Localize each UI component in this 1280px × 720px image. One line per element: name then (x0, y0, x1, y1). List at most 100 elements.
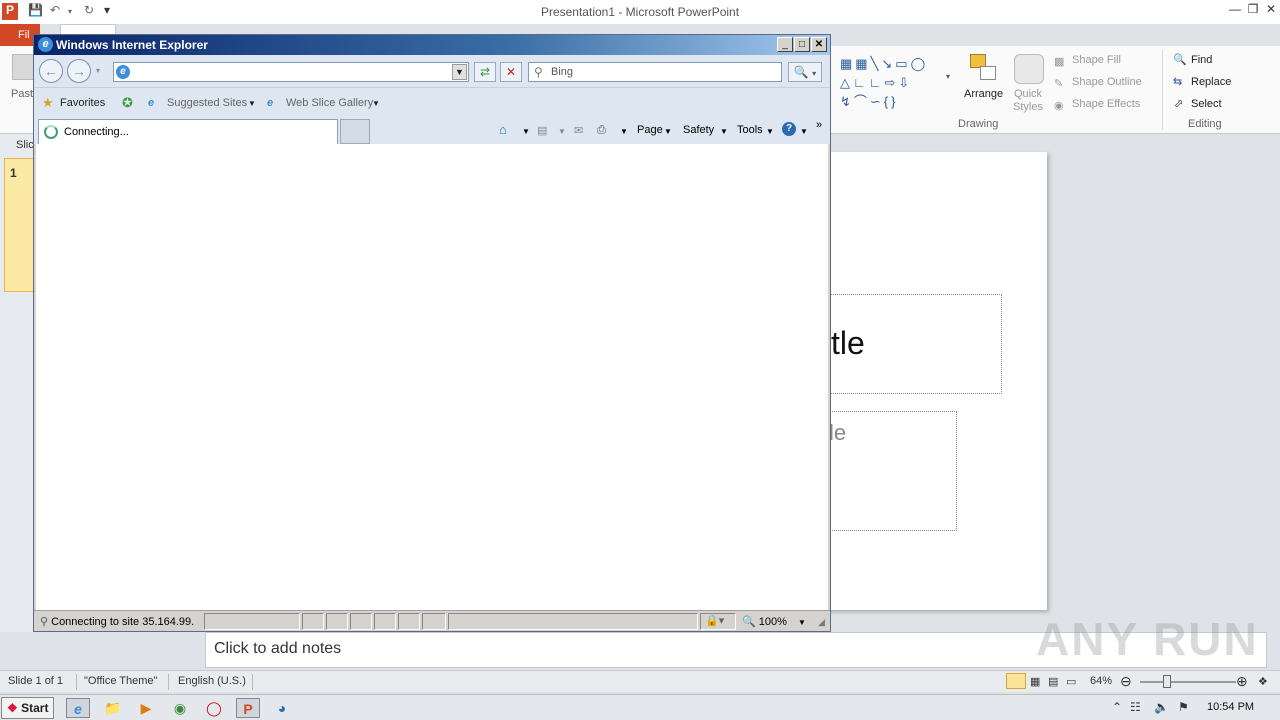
tools-menu[interactable]: Tools (737, 124, 763, 136)
home-icon[interactable]: ⌂ (499, 122, 507, 137)
print-dropdown-icon[interactable]: ▼ (620, 127, 628, 136)
help-icon[interactable]: ? (782, 122, 796, 136)
favorites-button[interactable]: Favorites (60, 97, 105, 109)
suggested-sites-dropdown-icon[interactable]: ▼ (248, 99, 256, 108)
print-icon[interactable]: ⎙ (597, 124, 606, 137)
start-button[interactable]: ❖ Start (1, 697, 54, 719)
replace-icon[interactable]: ⇆ (1173, 75, 1182, 88)
status-separator (168, 674, 169, 690)
resize-grip-icon[interactable]: ◢ (818, 617, 825, 628)
find-icon[interactable]: 🔍 (1173, 53, 1187, 66)
safety-menu[interactable]: Safety (683, 124, 714, 136)
shape-fill-button[interactable]: Shape Fill (1072, 54, 1121, 66)
select-button[interactable]: Select (1191, 98, 1222, 110)
slideshow-icon[interactable]: ▭ (1066, 675, 1076, 688)
ie-titlebar[interactable]: e Windows Internet Explorer _ □ ✕ (34, 35, 830, 55)
slide-sorter-icon[interactable]: ▦ (1030, 675, 1040, 688)
taskbar-powerpoint-icon[interactable]: P (236, 698, 260, 718)
slide-info: Slide 1 of 1 (8, 675, 64, 687)
select-icon[interactable]: ⬀ (1174, 97, 1183, 110)
language-indicator[interactable]: English (U.S.) (178, 675, 246, 687)
ie-page-content[interactable] (36, 144, 828, 610)
web-slice-dropdown-icon[interactable]: ▼ (372, 99, 380, 108)
zoom-slider-handle[interactable] (1163, 675, 1171, 688)
paste-icon[interactable] (12, 54, 34, 80)
new-tab-button[interactable] (340, 119, 370, 144)
minimize-icon[interactable]: — (1226, 2, 1244, 16)
tray-volume-icon[interactable]: 🔈 (1154, 700, 1169, 714)
read-mail-icon[interactable]: ✉ (574, 124, 583, 137)
find-button[interactable]: Find (1191, 54, 1212, 66)
quick-styles-icon[interactable] (1014, 54, 1044, 84)
back-button[interactable]: ← (39, 59, 63, 83)
protected-mode-pane[interactable]: 🔒▾ (700, 613, 736, 630)
replace-button[interactable]: Replace (1191, 76, 1231, 88)
forward-button[interactable]: → (67, 59, 91, 83)
reading-view-icon[interactable]: ▤ (1048, 675, 1058, 688)
home-dropdown-icon[interactable]: ▼ (522, 127, 530, 136)
zoom-slider[interactable] (1140, 681, 1236, 683)
tray-expand-icon[interactable]: ⌃ (1112, 700, 1122, 714)
stop-button[interactable]: ✕ (500, 62, 522, 82)
suggested-sites-link[interactable]: Suggested Sites (167, 97, 247, 109)
browser-tab[interactable]: Connecting... (38, 119, 338, 144)
shape-outline-icon[interactable]: ✎ (1054, 77, 1063, 90)
ie-zoom-icon: 🔍 (742, 616, 756, 628)
address-bar[interactable]: e (113, 62, 469, 82)
taskbar-opera-icon[interactable]: ◯ (202, 698, 226, 718)
shapes-gallery[interactable]: ▦▦╲↘▭◯ △∟∟⇨⇩ ↯⌒∽{} (840, 54, 958, 112)
ie-maximize-button[interactable]: □ (794, 37, 810, 52)
page-menu[interactable]: Page (637, 124, 663, 136)
taskbar-ie-icon[interactable]: e (66, 698, 90, 718)
quick-styles-button[interactable]: Quick Styles (1008, 88, 1048, 114)
feeds-icon[interactable]: ▤ (537, 124, 547, 137)
favorites-star-icon[interactable]: ★ (42, 95, 54, 111)
ie-status-bar: ⚲ Connecting to site 35.164.99. 🔒▾ 🔍 100… (34, 610, 830, 631)
status-pane (326, 613, 348, 630)
close-icon[interactable]: ✕ (1262, 2, 1280, 16)
shape-effects-button[interactable]: Shape Effects (1072, 98, 1140, 110)
status-search-icon: ⚲ (40, 616, 49, 628)
slide-thumbnail[interactable] (4, 158, 34, 292)
arrange-icon[interactable] (968, 52, 1000, 84)
web-slice-gallery-link[interactable]: Web Slice Gallery (286, 97, 373, 109)
arrange-button[interactable]: Arrange (964, 88, 1003, 100)
address-dropdown-icon[interactable]: ▼ (452, 64, 467, 80)
clock[interactable]: 10:54 PM (1207, 701, 1254, 713)
taskbar-media-player-icon[interactable]: ▶ (134, 698, 158, 718)
fit-to-window-icon[interactable]: ❖ (1258, 675, 1268, 688)
add-to-favorites-icon[interactable]: ✪ (122, 95, 133, 111)
taskbar-app-icon[interactable]: ◕ (270, 698, 294, 718)
zoom-in-icon[interactable]: ⊕ (1236, 673, 1248, 690)
search-input[interactable]: ⚲ Bing (528, 62, 782, 82)
ie-close-button[interactable]: ✕ (811, 37, 827, 52)
paste-label[interactable]: Past (11, 88, 33, 100)
window-title: Presentation1 - Microsoft PowerPoint (540, 5, 740, 19)
zoom-level[interactable]: 64% (1090, 675, 1112, 687)
shape-fill-icon[interactable]: ▩ (1054, 55, 1064, 68)
normal-view-icon[interactable] (1006, 673, 1026, 689)
taskbar-chrome-icon[interactable]: ◉ (168, 698, 192, 718)
tray-network-icon[interactable]: ☷ (1130, 700, 1141, 714)
slides-tab[interactable]: Slic (16, 139, 34, 151)
title-placeholder[interactable]: tle (820, 294, 1002, 394)
ie-minimize-button[interactable]: _ (777, 37, 793, 52)
shape-effects-icon[interactable]: ◉ (1054, 99, 1064, 112)
tray-flag-icon[interactable]: ⚑ (1178, 700, 1189, 714)
gallery-more-icon[interactable]: ▾ (946, 72, 950, 81)
suggested-sites-icon: e (148, 97, 155, 109)
subtitle-placeholder[interactable]: le (820, 411, 957, 531)
taskbar-explorer-icon[interactable]: 📁 (101, 698, 125, 718)
search-placeholder: Bing (551, 66, 574, 78)
recent-pages-dropdown-icon[interactable]: ▾ (96, 66, 100, 75)
search-button[interactable]: 🔍 ▾ (788, 62, 822, 82)
shape-outline-button[interactable]: Shape Outline (1072, 76, 1142, 88)
zoom-out-icon[interactable]: ⊖ (1120, 673, 1132, 690)
refresh-button[interactable]: ⇄ (474, 62, 496, 82)
help-dropdown-icon[interactable]: ▼ (800, 127, 808, 136)
feeds-dropdown-icon[interactable]: ▼ (558, 127, 566, 136)
command-overflow-icon[interactable]: » (816, 119, 822, 131)
theme-name: "Office Theme" (84, 675, 158, 687)
restore-icon[interactable]: ❐ (1244, 2, 1262, 16)
ie-zoom-control[interactable]: 🔍 100% ▼ (742, 615, 806, 628)
